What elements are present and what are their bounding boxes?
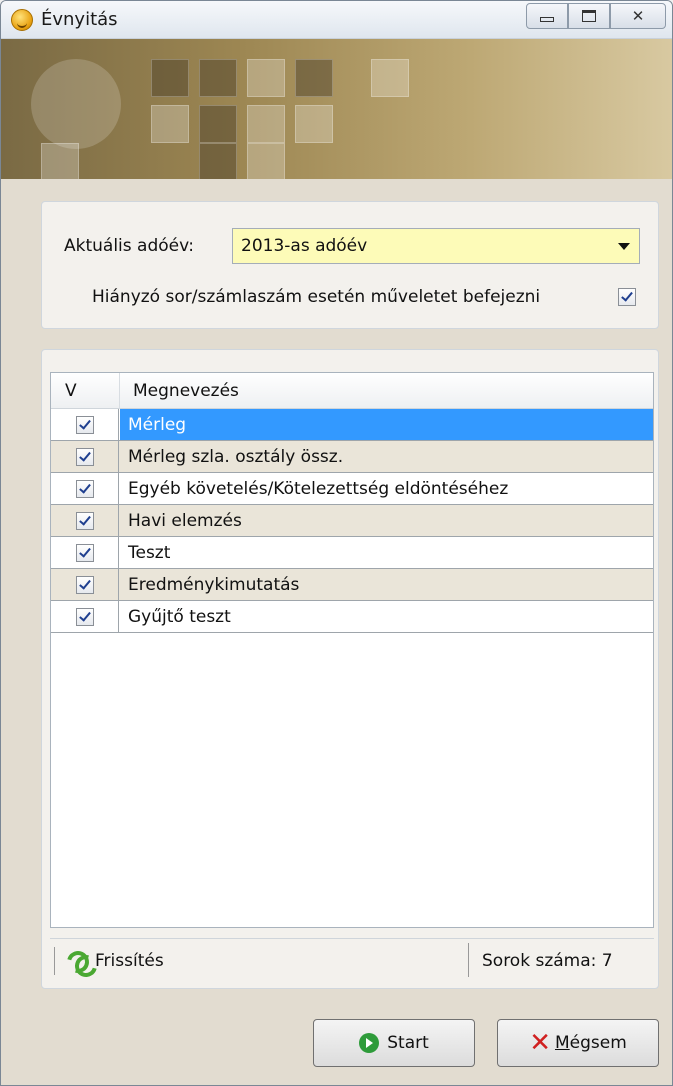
row-name: Gyűjtő teszt: [128, 607, 231, 627]
row-name: Egyéb követelés/Kötelezettség eldöntéséh…: [128, 479, 509, 499]
missing-row-checkbox[interactable]: [618, 288, 636, 306]
row-checkbox[interactable]: [75, 575, 94, 594]
checkmark-icon: [78, 544, 91, 558]
grid-header: V Megnevezés: [51, 373, 653, 409]
table-row[interactable]: Eredménykimutatás: [51, 569, 653, 601]
row-checkbox[interactable]: [75, 415, 94, 434]
window: Évnyitás ✕ Aktuális adóév: 2013-as adóév…: [0, 0, 673, 1086]
table-row[interactable]: Teszt: [51, 537, 653, 569]
row-name: Eredménykimutatás: [128, 575, 300, 595]
window-controls: ✕: [526, 3, 666, 29]
refresh-icon: [67, 949, 91, 973]
checkmark-icon: [621, 289, 633, 302]
window-title: Évnyitás: [41, 9, 118, 30]
checkmark-icon: [78, 512, 91, 526]
table-row[interactable]: Gyűjtő teszt: [51, 601, 653, 633]
table-row[interactable]: Havi elemzés: [51, 505, 653, 537]
row-checkbox[interactable]: [75, 511, 94, 530]
play-icon: [359, 1033, 380, 1053]
year-label: Aktuális adóév:: [64, 236, 194, 256]
row-name: Mérleg szla. osztály össz.: [128, 447, 344, 467]
report-list-panel: V Megnevezés Mérleg Mérleg szla. osztály…: [41, 349, 659, 989]
table-row[interactable]: Egyéb követelés/Kötelezettség eldöntéséh…: [51, 473, 653, 505]
column-header-v[interactable]: V: [65, 381, 77, 401]
title-bar[interactable]: Évnyitás ✕: [1, 1, 672, 39]
cancel-x-icon: ✕: [529, 1028, 551, 1058]
year-select[interactable]: 2013-as adóév: [232, 228, 640, 264]
banner-decoration: [31, 59, 121, 149]
maximize-icon: [582, 10, 596, 22]
settings-panel: Aktuális adóév: 2013-as adóév Hiányzó so…: [41, 201, 659, 329]
checkmark-icon: [78, 608, 91, 622]
cancel-label: Mégsem: [554, 1033, 627, 1053]
footer: Start ✕ Mégsem: [1, 1001, 672, 1085]
header-banner: [1, 39, 672, 179]
checkmark-icon: [78, 448, 91, 462]
close-icon: ✕: [631, 7, 645, 25]
checkmark-icon: [78, 576, 91, 590]
missing-row-label: Hiányzó sor/számlaszám esetén műveletet …: [92, 287, 541, 307]
checkmark-icon: [78, 480, 91, 494]
dropdown-arrow-icon[interactable]: [609, 229, 639, 263]
refresh-label: Frissítés: [95, 951, 164, 971]
row-checkbox[interactable]: [75, 447, 94, 466]
status-bar: Frissítés Sorok száma: 7: [50, 938, 654, 980]
row-checkbox[interactable]: [75, 607, 94, 626]
checkmark-icon: [78, 416, 91, 430]
refresh-button[interactable]: Frissítés: [54, 947, 164, 975]
start-button[interactable]: Start: [313, 1019, 475, 1067]
row-name: Mérleg: [120, 409, 653, 440]
year-select-value: 2013-as adóév: [241, 236, 368, 256]
close-button[interactable]: ✕: [610, 3, 666, 29]
minimize-button[interactable]: [526, 3, 568, 29]
maximize-button[interactable]: [568, 3, 610, 29]
report-grid: V Megnevezés Mérleg Mérleg szla. osztály…: [50, 372, 654, 928]
cancel-button[interactable]: ✕ Mégsem: [497, 1019, 659, 1067]
row-name: Havi elemzés: [128, 511, 242, 531]
table-row[interactable]: Mérleg: [51, 409, 653, 441]
row-checkbox[interactable]: [75, 479, 94, 498]
start-label: Start: [387, 1033, 429, 1053]
table-row[interactable]: Mérleg szla. osztály össz.: [51, 441, 653, 473]
app-icon: [11, 9, 33, 31]
row-count: Sorok száma: 7: [482, 951, 613, 971]
row-checkbox[interactable]: [75, 543, 94, 562]
column-header-name[interactable]: Megnevezés: [133, 381, 239, 401]
row-name: Teszt: [128, 543, 171, 563]
minimize-icon: [540, 16, 554, 22]
